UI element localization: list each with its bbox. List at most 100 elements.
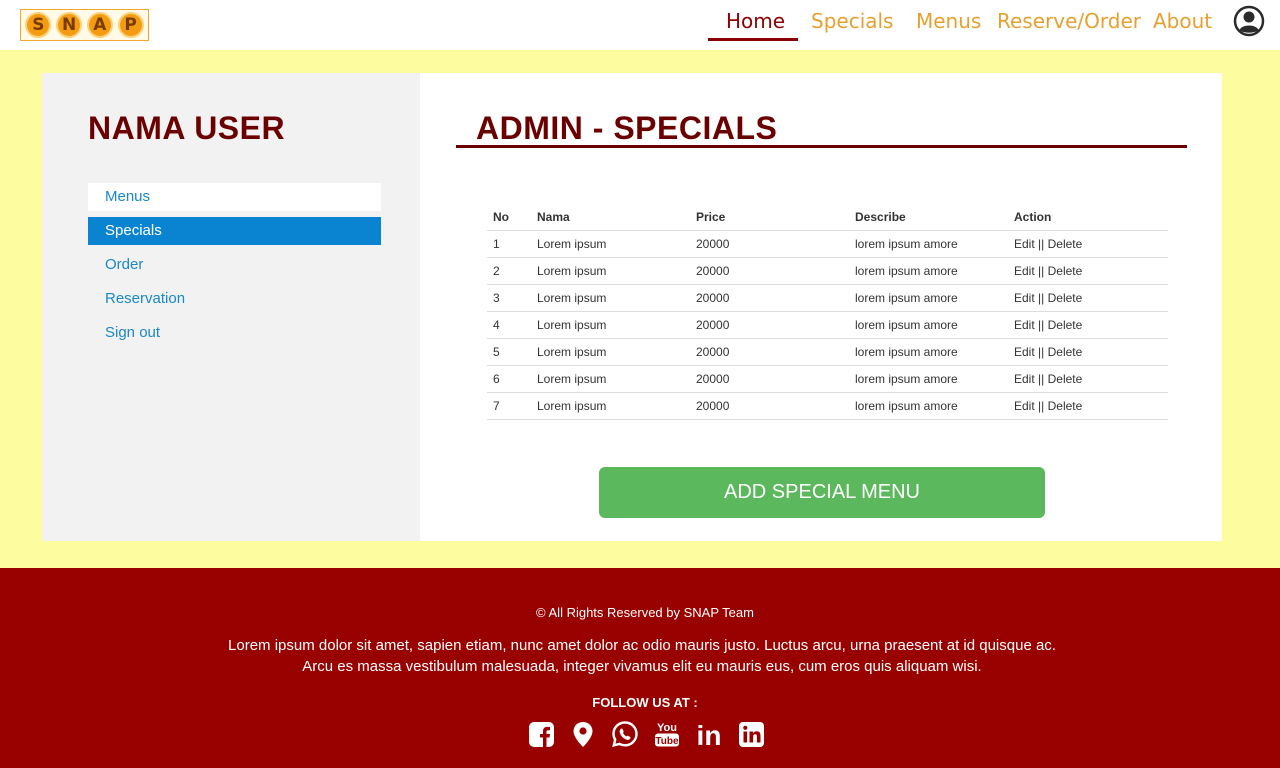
action-separator: ||	[1038, 344, 1045, 359]
sidebar-item-specials[interactable]: Specials	[88, 217, 381, 245]
top-header: S N A P Home Specials Menus Reserve/Orde…	[0, 0, 1280, 50]
youtube-icon[interactable]: You Tube	[653, 720, 681, 748]
user-circle-icon[interactable]	[1233, 5, 1265, 37]
logo-letter-n: N	[56, 12, 83, 38]
logo-letter-s: S	[25, 12, 52, 38]
cell-describe: lorem ipsum amore	[849, 311, 1008, 339]
sidebar-item-reservation[interactable]: Reservation	[88, 285, 381, 313]
sidebar-item-sign-out[interactable]: Sign out	[88, 319, 381, 347]
column-header-nama: Nama	[531, 204, 690, 231]
linkedin-square-icon[interactable]	[737, 720, 765, 748]
cell-price: 20000	[690, 338, 849, 366]
action-separator: ||	[1038, 236, 1045, 251]
logo-letter-a: A	[86, 12, 113, 38]
cell-nama: Lorem ipsum	[531, 284, 690, 312]
column-header-no: No	[487, 204, 531, 231]
table-row: 1 Lorem ipsum 20000 lorem ipsum amore Ed…	[487, 230, 1168, 258]
cell-no: 6	[487, 365, 531, 393]
youtube-you-text: You	[657, 722, 677, 734]
add-special-menu-button[interactable]: ADD SPECIAL MENU	[599, 467, 1045, 518]
cell-nama: Lorem ipsum	[531, 230, 690, 258]
nav-specials[interactable]: Specials	[811, 9, 893, 33]
copyright-text: © All Rights Reserved by SNAP Team	[536, 605, 754, 620]
table-row: 3 Lorem ipsum 20000 lorem ipsum amore Ed…	[487, 284, 1168, 312]
cell-price: 20000	[690, 284, 849, 312]
table-row: 7 Lorem ipsum 20000 lorem ipsum amore Ed…	[487, 392, 1168, 420]
cell-describe: lorem ipsum amore	[849, 392, 1008, 420]
delete-link[interactable]: Delete	[1048, 237, 1083, 251]
cell-no: 7	[487, 392, 531, 420]
edit-link[interactable]: Edit	[1014, 264, 1035, 278]
cell-describe: lorem ipsum amore	[849, 365, 1008, 393]
youtube-tube-text: Tube	[655, 736, 679, 747]
table-row: 5 Lorem ipsum 20000 lorem ipsum amore Ed…	[487, 338, 1168, 366]
cell-nama: Lorem ipsum	[531, 338, 690, 366]
cell-action: Edit || Delete	[1008, 338, 1168, 366]
action-separator: ||	[1038, 290, 1045, 305]
sidebar-item-menus[interactable]: Menus	[88, 183, 381, 211]
cell-nama: Lorem ipsum	[531, 365, 690, 393]
title-divider	[456, 145, 1187, 148]
action-separator: ||	[1038, 263, 1045, 278]
column-header-action: Action	[1008, 204, 1168, 231]
cell-no: 4	[487, 311, 531, 339]
cell-action: Edit || Delete	[1008, 365, 1168, 393]
edit-link[interactable]: Edit	[1014, 318, 1035, 332]
action-separator: ||	[1038, 398, 1045, 413]
cell-nama: Lorem ipsum	[531, 311, 690, 339]
cell-price: 20000	[690, 230, 849, 258]
table-row: 4 Lorem ipsum 20000 lorem ipsum amore Ed…	[487, 311, 1168, 339]
cell-price: 20000	[690, 392, 849, 420]
nav-reserve-order[interactable]: Reserve/Order	[997, 9, 1141, 33]
delete-link[interactable]: Delete	[1048, 264, 1083, 278]
linkedin-icon[interactable]: in	[695, 720, 723, 748]
specials-table: No Nama Price Describe Action 1 Lorem ip…	[487, 204, 1168, 420]
whatsapp-icon[interactable]	[611, 720, 639, 748]
edit-link[interactable]: Edit	[1014, 291, 1035, 305]
delete-link[interactable]: Delete	[1048, 318, 1083, 332]
snap-logo[interactable]: S N A P	[20, 9, 149, 41]
table-header-row: No Nama Price Describe Action	[487, 204, 1168, 231]
cell-price: 20000	[690, 257, 849, 285]
delete-link[interactable]: Delete	[1048, 372, 1083, 386]
cell-action: Edit || Delete	[1008, 311, 1168, 339]
logo-letter-p: P	[117, 12, 144, 38]
delete-link[interactable]: Delete	[1048, 345, 1083, 359]
column-header-price: Price	[690, 204, 849, 231]
cell-nama: Lorem ipsum	[531, 257, 690, 285]
cell-action: Edit || Delete	[1008, 230, 1168, 258]
action-separator: ||	[1038, 317, 1045, 332]
nav-home[interactable]: Home	[726, 9, 785, 33]
footer-text-line-1: Lorem ipsum dolor sit amet, sapien etiam…	[228, 637, 1056, 654]
follow-us-label: FOLLOW US AT :	[592, 695, 698, 710]
cell-action: Edit || Delete	[1008, 392, 1168, 420]
edit-link[interactable]: Edit	[1014, 345, 1035, 359]
facebook-icon[interactable]	[527, 720, 555, 748]
nav-active-indicator	[708, 38, 798, 41]
cell-action: Edit || Delete	[1008, 284, 1168, 312]
cell-no: 2	[487, 257, 531, 285]
table-row: 6 Lorem ipsum 20000 lorem ipsum amore Ed…	[487, 365, 1168, 393]
delete-link[interactable]: Delete	[1048, 399, 1083, 413]
cell-describe: lorem ipsum amore	[849, 257, 1008, 285]
cell-action: Edit || Delete	[1008, 257, 1168, 285]
user-name-heading: NAMA USER	[88, 110, 286, 146]
column-header-describe: Describe	[849, 204, 1008, 231]
cell-describe: lorem ipsum amore	[849, 284, 1008, 312]
delete-link[interactable]: Delete	[1048, 291, 1083, 305]
cell-no: 1	[487, 230, 531, 258]
edit-link[interactable]: Edit	[1014, 372, 1035, 386]
cell-describe: lorem ipsum amore	[849, 338, 1008, 366]
edit-link[interactable]: Edit	[1014, 399, 1035, 413]
nav-about[interactable]: About	[1153, 9, 1212, 33]
map-pin-icon[interactable]	[569, 720, 597, 748]
sidebar-item-order[interactable]: Order	[88, 251, 381, 279]
nav-menus[interactable]: Menus	[916, 9, 981, 33]
cell-nama: Lorem ipsum	[531, 392, 690, 420]
cell-no: 5	[487, 338, 531, 366]
linkedin-in-text: in	[697, 720, 722, 748]
footer-text-line-2: Arcu es massa vestibulum malesuada, inte…	[302, 658, 982, 675]
cell-no: 3	[487, 284, 531, 312]
footer-description: Lorem ipsum dolor sit amet, sapien etiam…	[0, 635, 1280, 677]
edit-link[interactable]: Edit	[1014, 237, 1035, 251]
